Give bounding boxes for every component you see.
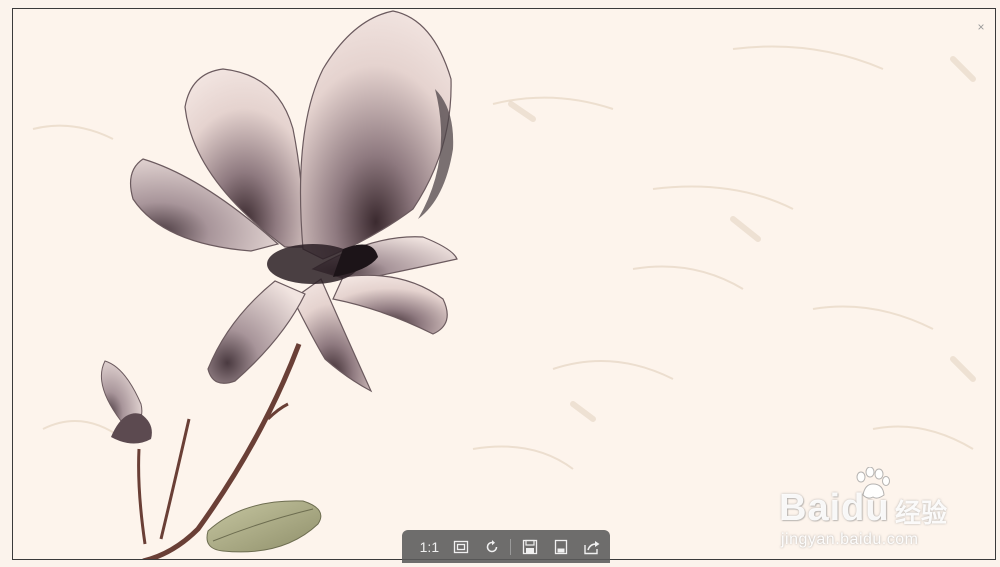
image-canvas[interactable]: × Baidu 经验 jingyan.baidu.com: [12, 8, 996, 560]
save-button[interactable]: [517, 536, 542, 558]
rotate-icon: [486, 539, 498, 552]
share-button[interactable]: [579, 536, 604, 558]
share-icon: [583, 540, 600, 554]
baidu-jingyan-watermark: Baidu 经验 jingyan.baidu.com: [779, 467, 969, 557]
rotate-button[interactable]: [480, 536, 505, 558]
watermark-cn-text: 经验: [895, 499, 948, 529]
actual-size-button[interactable]: 1:1: [416, 536, 443, 558]
fit-window-icon: [454, 540, 469, 553]
watermark-url: jingyan.baidu.com: [781, 531, 919, 548]
save-as-icon: [554, 539, 567, 554]
image-viewer: × Baidu 经验 jingyan.baidu.com 1:1: [0, 0, 1000, 567]
close-icon[interactable]: ×: [975, 21, 987, 33]
toolbar-divider: [510, 538, 512, 555]
fit-window-button[interactable]: [449, 536, 474, 558]
save-as-button[interactable]: [548, 536, 573, 558]
viewer-toolbar: 1:1: [402, 530, 610, 563]
save-icon: [522, 539, 538, 554]
watermark-brand: Baidu: [779, 487, 890, 529]
